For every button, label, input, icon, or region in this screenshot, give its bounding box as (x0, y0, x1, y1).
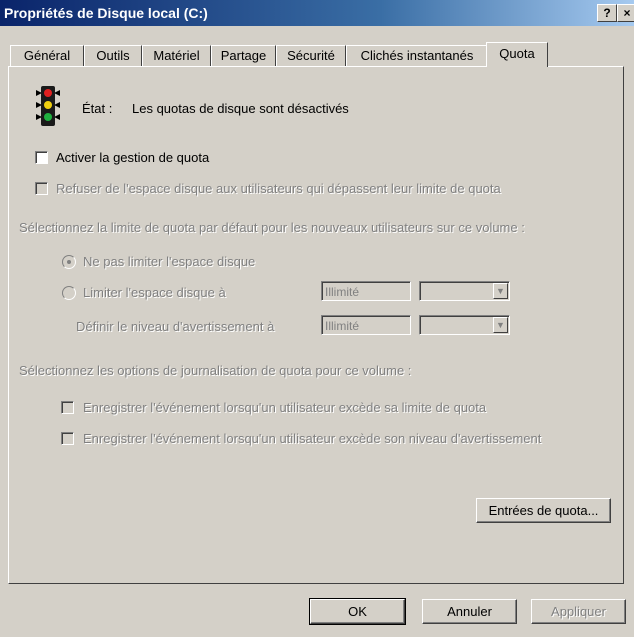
warning-value-field[interactable]: Illimité (321, 315, 411, 335)
ok-button[interactable]: OK (309, 598, 406, 625)
quota-entries-button[interactable]: Entrées de quota... (476, 498, 611, 523)
no-limit-label[interactable]: Ne pas limiter l'espace disque (83, 254, 255, 269)
cancel-button[interactable]: Annuler (422, 599, 517, 624)
limit-space-radio[interactable] (62, 286, 76, 300)
log-warning-checkbox[interactable] (61, 432, 74, 445)
tab-cliches-instantanes[interactable]: Clichés instantanés (346, 45, 488, 66)
tab-strip: Général Outils Matériel Partage Sécurité… (10, 42, 630, 67)
deny-space-checkbox[interactable] (35, 182, 48, 195)
tab-outils[interactable]: Outils (84, 45, 142, 66)
tab-general[interactable]: Général (10, 45, 84, 66)
properties-dialog: Propriétés de Disque local (C:) ? × Géné… (0, 0, 634, 637)
window-title: Propriétés de Disque local (C:) (4, 5, 208, 21)
tab-materiel[interactable]: Matériel (142, 45, 211, 66)
status-value: Les quotas de disque sont désactivés (132, 101, 349, 116)
tab-securite[interactable]: Sécurité (276, 45, 346, 66)
title-bar[interactable]: Propriétés de Disque local (C:) ? × (0, 0, 634, 26)
status-label: État : (82, 101, 113, 116)
default-limit-heading: Sélectionnez la limite de quota par défa… (19, 220, 525, 235)
deny-space-label[interactable]: Refuser de l'espace disque aux utilisate… (56, 181, 501, 196)
enable-quota-checkbox[interactable] (35, 151, 48, 164)
apply-button[interactable]: Appliquer (531, 599, 626, 624)
warning-level-label: Définir le niveau d'avertissement à (76, 319, 275, 334)
chevron-down-icon[interactable]: ▼ (493, 283, 508, 299)
no-limit-radio[interactable] (62, 255, 76, 269)
enable-quota-label[interactable]: Activer la gestion de quota (56, 150, 209, 165)
quota-tab-page: État : Les quotas de disque sont désacti… (8, 66, 624, 584)
chevron-down-icon[interactable]: ▼ (493, 317, 508, 333)
warning-unit-select[interactable]: ▼ (419, 315, 510, 335)
log-warning-label[interactable]: Enregistrer l'événement lorsqu'un utilis… (83, 431, 541, 446)
tab-quota[interactable]: Quota (486, 42, 548, 67)
tab-partage[interactable]: Partage (211, 45, 276, 66)
close-button[interactable]: × (617, 4, 634, 22)
log-limit-label[interactable]: Enregistrer l'événement lorsqu'un utilis… (83, 400, 486, 415)
limit-unit-select[interactable]: ▼ (419, 281, 510, 301)
limit-value-field[interactable]: Illimité (321, 281, 411, 301)
logging-heading: Sélectionnez les options de journalisati… (19, 363, 412, 378)
traffic-light-icon (33, 84, 63, 128)
help-button[interactable]: ? (597, 4, 617, 22)
limit-space-label[interactable]: Limiter l'espace disque à (83, 285, 226, 300)
log-limit-checkbox[interactable] (61, 401, 74, 414)
